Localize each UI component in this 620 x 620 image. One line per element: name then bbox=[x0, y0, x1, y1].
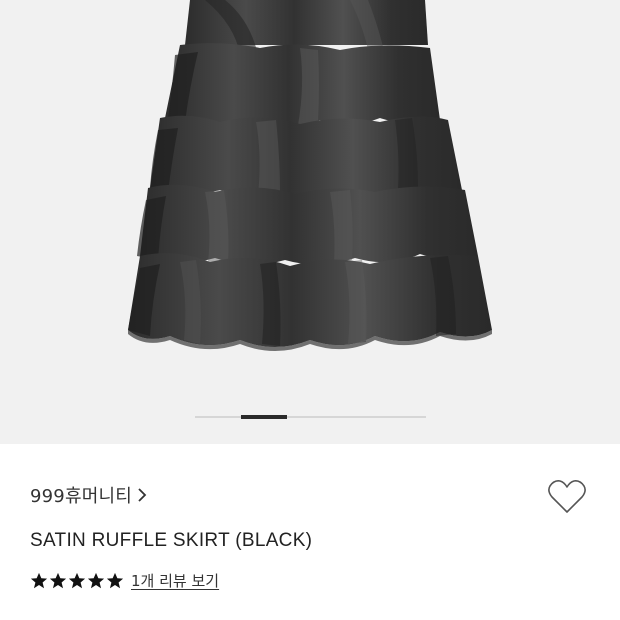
chevron-right-icon bbox=[138, 488, 147, 502]
star-icon bbox=[87, 572, 105, 588]
product-page: 999휴머니티 SATIN RUFFLE SKIRT (BLACK) 1개 리뷰… bbox=[0, 0, 620, 620]
product-image[interactable] bbox=[0, 0, 620, 444]
product-info-panel: 999휴머니티 SATIN RUFFLE SKIRT (BLACK) 1개 리뷰… bbox=[0, 444, 620, 620]
gallery-pagination-indicator bbox=[241, 415, 287, 419]
star-icon bbox=[30, 572, 48, 588]
star-icon bbox=[106, 572, 124, 588]
rating-row: 1개 리뷰 보기 bbox=[30, 570, 219, 591]
heart-outline-icon[interactable] bbox=[546, 477, 588, 517]
product-title: SATIN RUFFLE SKIRT (BLACK) bbox=[30, 530, 313, 551]
star-icon bbox=[68, 572, 86, 588]
star-rating bbox=[30, 572, 125, 590]
star-icon bbox=[49, 572, 67, 588]
brand-link[interactable]: 999휴머니티 bbox=[30, 482, 148, 508]
brand-name: 999휴머니티 bbox=[30, 486, 132, 507]
gallery-pagination-track[interactable] bbox=[195, 415, 426, 419]
product-image-gallery[interactable] bbox=[0, 0, 620, 444]
view-reviews-link[interactable]: 1개 리뷰 보기 bbox=[131, 570, 219, 591]
